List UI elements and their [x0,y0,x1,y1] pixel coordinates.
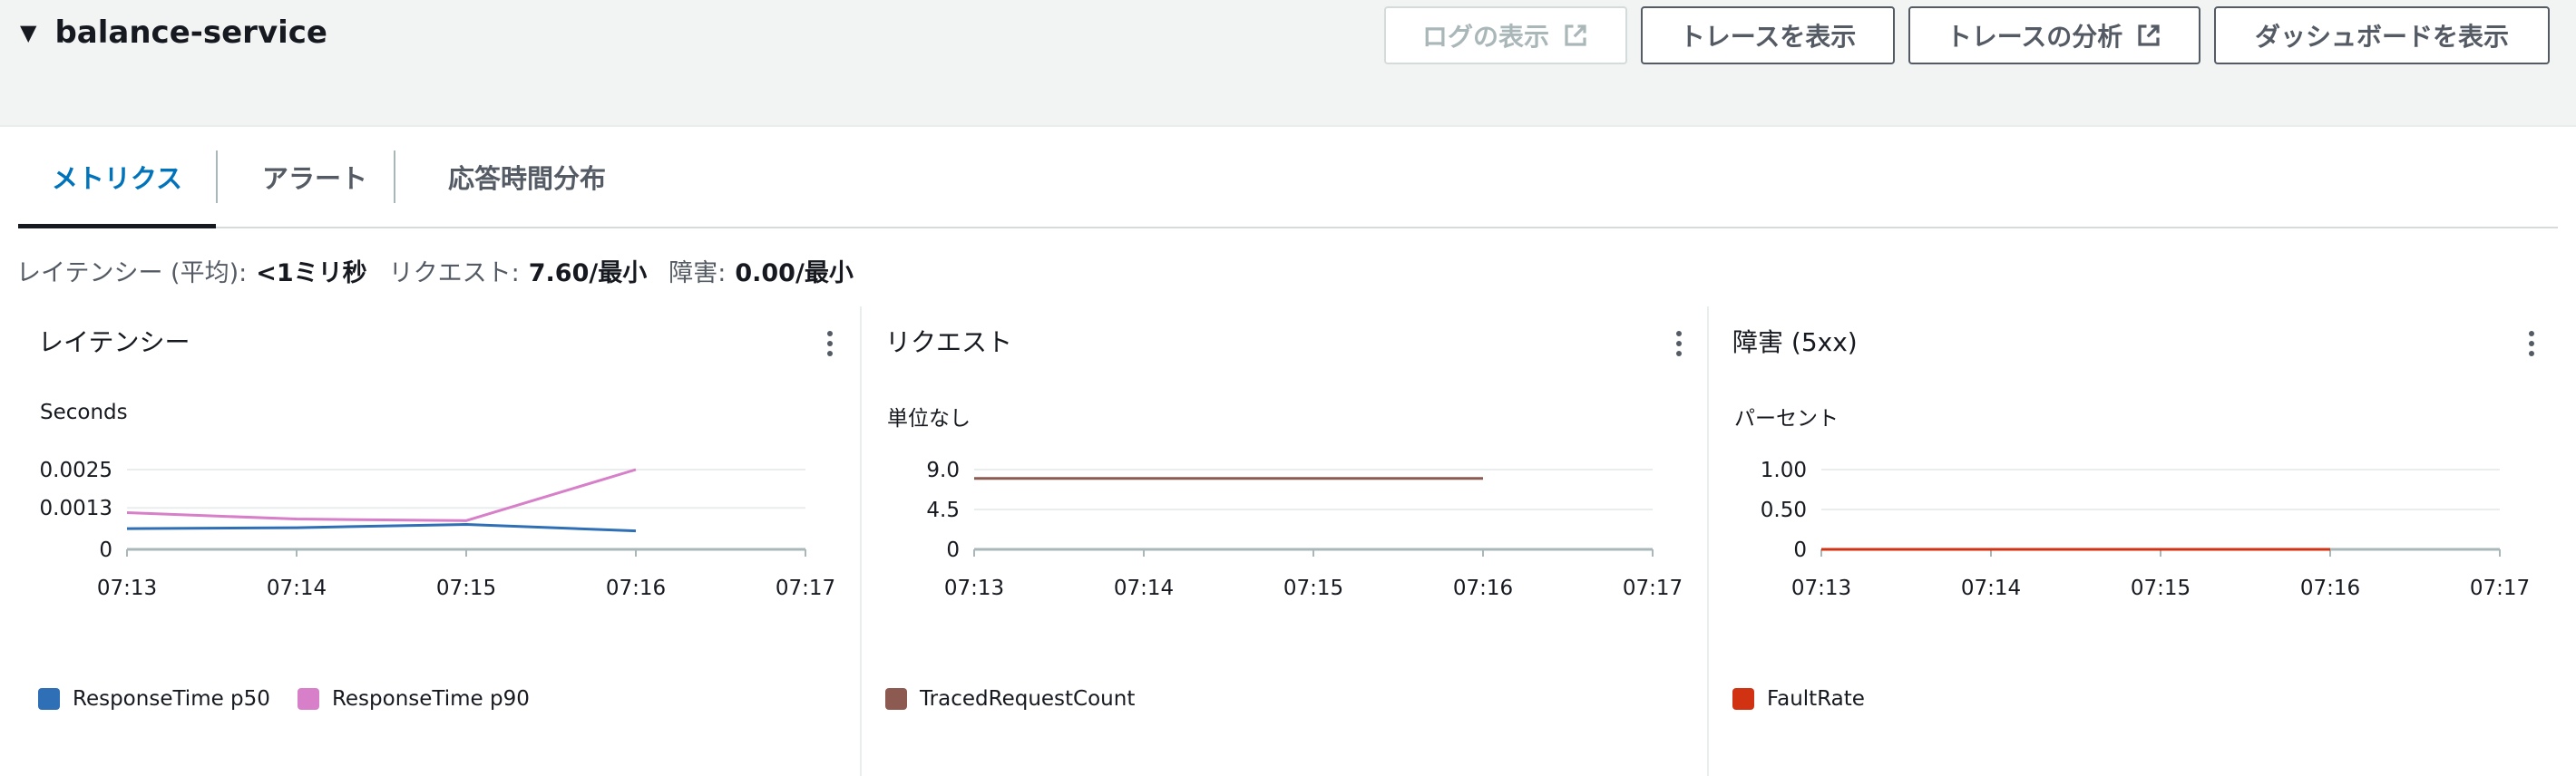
chart-legend: ResponseTime p50 ResponseTime p90 [38,687,530,711]
x-tick-label: 07:16 [606,577,666,600]
view-logs-label: ログの表示 [1421,22,1549,52]
x-tick-label: 07:16 [2300,577,2360,600]
tab-response-time-label: 応答時間分布 [447,163,606,194]
view-traces-button[interactable]: トレースを表示 [1641,6,1895,64]
y-tick-label: 0.0025 [40,459,112,482]
legend-label: FaultRate [1767,687,1865,711]
request-summary-value: 7.60/最小 [528,258,648,287]
y-tick-label: 0 [946,538,960,562]
x-tick-label: 07:17 [776,577,835,600]
y-tick-label: 0 [1793,538,1807,562]
x-tick-label: 07:13 [944,577,1004,600]
x-tick-label: 07:14 [1114,577,1174,600]
x-tick-label: 07:14 [267,577,327,600]
tab-bar: メトリクス アラート 応答時間分布 [18,127,2558,228]
latency-summary-label: レイテンシー (平均): [16,258,248,287]
fault-summary-value: 0.00/最小 [735,258,854,287]
legend-item[interactable]: TracedRequestCount [885,687,1135,711]
y-tick-label: 0 [99,538,112,562]
series-line [126,468,637,522]
y-axis-unit: Seconds [40,401,128,424]
panel-divider [1707,306,1709,776]
faults-panel: 障害 (5xx) パーセント 1.00 0.50 0 07:13 07:14 07:15 0… [1712,306,2556,776]
y-tick-label: 0.50 [1761,499,1807,522]
service-header: ▼ balance-service ログの表示 トレースを表示 トレースの分析 … [0,0,2576,127]
metrics-summary: レイテンシー (平均): <1ミリ秒 リクエスト: 7.60/最小 障害: 0.… [16,252,875,288]
requests-panel: リクエスト 単位なし 9.0 4.5 0 07:13 07:14 07:15 07:16 07… [865,306,1707,776]
panel-title: リクエスト [885,327,1013,357]
latency-panel: レイテンシー Seconds 0.0025 0.0013 0 07:13 07:14 07… [18,306,860,776]
x-tick-label: 07:13 [1791,577,1851,600]
panel-title: レイテンシー [38,327,190,357]
view-dashboard-label: ダッシュボードを表示 [2254,22,2509,52]
legend-item[interactable]: ResponseTime p50 [38,687,270,711]
more-options-icon[interactable] [816,326,844,363]
y-tick-label: 0.0013 [40,497,112,520]
analyze-traces-button[interactable]: トレースの分析 [1908,6,2200,64]
view-logs-button[interactable]: ログの表示 [1384,6,1627,64]
service-name: balance-service [54,15,327,51]
y-tick-label: 9.0 [926,459,960,482]
fault-summary-label: 障害: [668,258,727,287]
x-tick-label: 07:14 [1961,577,2021,600]
legend-item[interactable]: ResponseTime p90 [297,687,530,711]
external-link-icon [1565,24,1586,46]
tab-response-time-distribution[interactable]: 応答時間分布 [395,127,659,227]
legend-swatch [297,688,319,710]
legend-swatch [38,688,60,710]
faults-chart: 1.00 0.50 0 07:13 07:14 07:15 07:16 07:17 [1761,459,2530,600]
tab-metrics[interactable]: メトリクス [18,127,216,228]
request-summary-label: リクエスト: [388,258,520,287]
tab-alerts-label: アラート [261,163,367,194]
tab-metrics-label: メトリクス [51,163,183,194]
more-options-icon[interactable] [2518,326,2545,363]
legend-item[interactable]: FaultRate [1732,687,1865,711]
legend-label: TracedRequestCount [920,687,1136,711]
latency-summary-value: <1ミリ秒 [256,258,367,287]
x-tick-label: 07:13 [97,577,157,600]
requests-chart: 9.0 4.5 0 07:13 07:14 07:15 07:16 07:17 [926,459,1683,600]
legend-swatch [1732,688,1754,710]
x-tick-label: 07:15 [1283,577,1343,600]
legend-swatch [885,688,907,710]
x-tick-label: 07:15 [2131,577,2191,600]
panel-divider [860,306,862,776]
x-tick-label: 07:16 [1453,577,1513,600]
view-dashboard-button[interactable]: ダッシュボードを表示 [2214,6,2550,64]
series-line [126,523,637,533]
legend-label: ResponseTime p90 [331,687,530,711]
chart-legend: TracedRequestCount [885,687,1135,711]
chart-legend: FaultRate [1732,687,1865,711]
latency-chart: 0.0025 0.0013 0 07:13 07:14 07:15 07:16 07:17 [40,459,836,600]
x-tick-label: 07:17 [2470,577,2530,600]
more-options-icon[interactable] [1665,326,1693,363]
external-link-icon [2138,24,2160,46]
y-tick-label: 1.00 [1761,459,1807,482]
service-title-row[interactable]: ▼ balance-service [20,13,327,53]
x-tick-label: 07:15 [436,577,496,600]
y-tick-label: 4.5 [926,499,960,522]
panel-title: 障害 (5xx) [1732,327,1858,357]
analyze-traces-label: トレースの分析 [1946,22,2123,52]
view-traces-label: トレースを表示 [1679,22,1857,52]
legend-label: ResponseTime p50 [73,687,270,711]
x-tick-label: 07:17 [1623,577,1683,600]
tab-alerts[interactable]: アラート [218,127,412,227]
collapse-caret-icon[interactable]: ▼ [20,20,36,45]
